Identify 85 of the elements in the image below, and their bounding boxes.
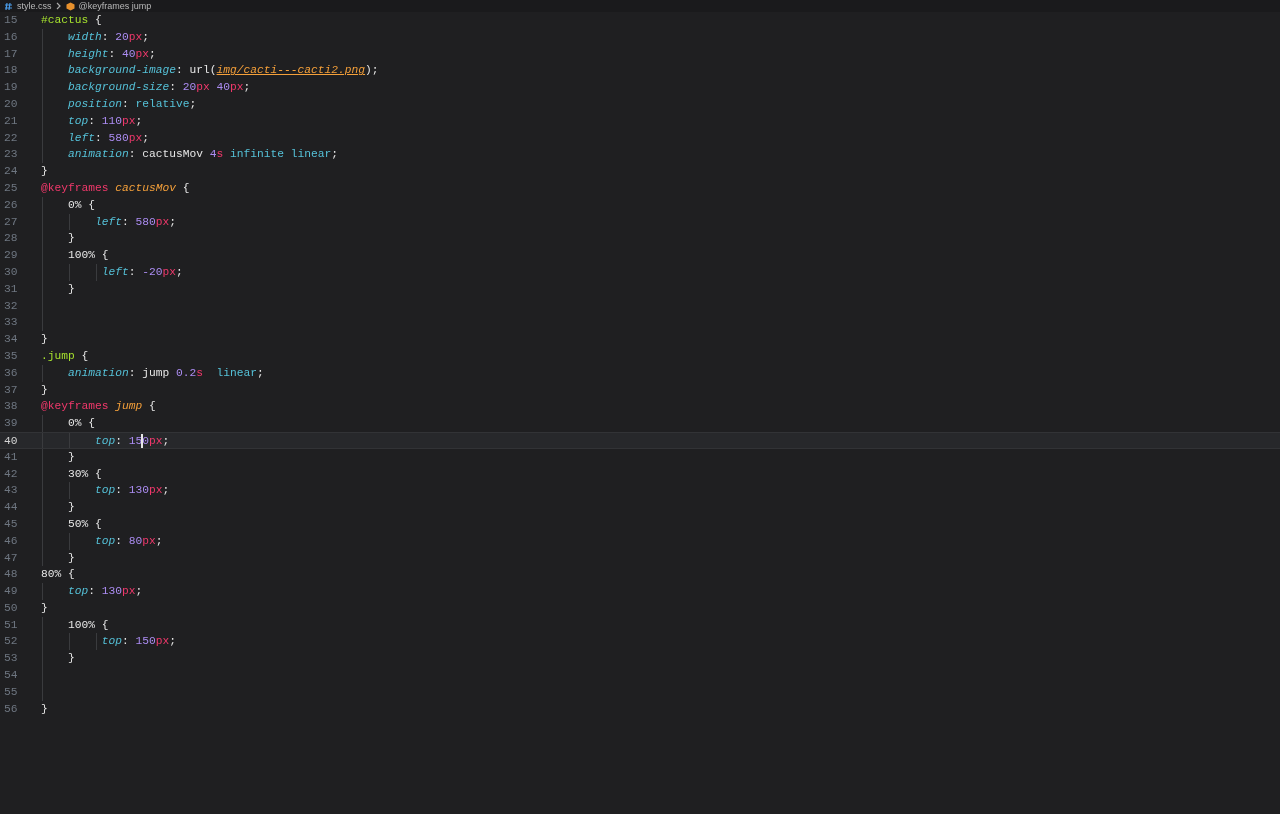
line-number: 22 [3, 130, 19, 146]
line-number: 21 [3, 113, 19, 129]
code-line: left: -20px; [101, 264, 183, 280]
code-line: width: 20px; [68, 29, 150, 45]
code-line: } [41, 332, 48, 348]
code-line: 100% { [68, 248, 109, 264]
line-number: 49 [3, 584, 19, 600]
line-number: 36 [3, 365, 19, 381]
code-line: } [41, 701, 48, 717]
line-number: 27 [3, 214, 19, 230]
line-number: 46 [3, 533, 19, 549]
line-number: 31 [3, 281, 19, 297]
line-number: 37 [3, 382, 19, 398]
line-number: 35 [3, 348, 19, 364]
line-number: 40 [3, 433, 19, 448]
code-line: #cactus { [41, 13, 102, 28]
code-line: } [68, 449, 75, 465]
line-number: 52 [3, 634, 19, 650]
code-line: @keyframes jump { [41, 399, 156, 415]
code-line: left: 580px; [95, 214, 177, 230]
line-number: 23 [3, 147, 19, 163]
code-line: left: 580px; [68, 130, 150, 146]
line-number: 44 [3, 500, 19, 516]
line-number: 33 [3, 315, 19, 331]
code-line: position: relative; [68, 97, 197, 112]
code-line: } [41, 600, 48, 616]
code-line: 50% { [68, 516, 102, 532]
line-number: 42 [3, 466, 19, 482]
code-line: } [68, 500, 75, 516]
hash-icon [4, 1, 13, 11]
code-line: top: 130px; [68, 584, 143, 600]
line-number: 18 [3, 63, 19, 79]
line-number: 26 [3, 197, 19, 213]
line-number: 34 [3, 332, 19, 348]
code-line: .jump { [41, 348, 89, 364]
line-number: 28 [3, 231, 19, 247]
code-line: } [41, 164, 48, 180]
code-line: top: 150px; [101, 634, 177, 650]
code-line: top: 80px; [95, 533, 163, 549]
line-number: 38 [3, 399, 19, 415]
line-number: 56 [3, 701, 19, 717]
line-number: 54 [3, 668, 19, 684]
line-number: 53 [3, 651, 19, 667]
code-line: } [68, 281, 75, 297]
line-number: 39 [3, 416, 19, 432]
line-number: 30 [3, 264, 19, 280]
code-line: height: 40px; [68, 46, 156, 62]
breadcrumb-item[interactable]: style.css [17, 0, 52, 12]
code-line: } [41, 382, 48, 398]
code-line: background-size: 20px 40px; [68, 80, 251, 96]
code-line: top: 110px; [68, 113, 143, 129]
code-line: } [68, 651, 75, 667]
line-number: 16 [3, 29, 19, 45]
code-line: 100% { [68, 617, 109, 633]
line-number: 20 [3, 97, 19, 112]
line-number: 48 [3, 567, 19, 583]
code-line: @keyframes cactusMov { [41, 180, 190, 196]
line-number: 29 [3, 248, 19, 264]
code-line: animation: cactusMov 4s infinite linear; [68, 147, 339, 163]
code-line: 0% { [68, 416, 95, 432]
code-line: top: 130px; [95, 483, 170, 499]
line-number: 43 [3, 483, 19, 499]
code-line: } [68, 231, 75, 247]
line-number: 24 [3, 164, 19, 180]
code-line: 30% { [68, 466, 102, 482]
line-number: 15 [3, 13, 19, 28]
line-number: 25 [3, 180, 19, 196]
line-number: 17 [3, 46, 19, 62]
code-line: animation: jump 0.2s linear; [68, 365, 264, 381]
code-line: background-image: url(img/cacti---cacti2.png); [68, 63, 379, 79]
code-line: } [68, 550, 75, 566]
code-line: top: 150px; [95, 432, 170, 450]
line-number: 19 [3, 80, 19, 96]
line-number: 47 [3, 550, 19, 566]
code-line: 0% { [68, 197, 95, 213]
cube-icon [65, 1, 75, 11]
line-number: 50 [3, 600, 19, 616]
code-line: 80% { [41, 567, 75, 583]
breadcrumb-item[interactable]: @keyframes jump [78, 0, 152, 12]
line-number: 32 [3, 298, 19, 314]
line-number: 55 [3, 684, 19, 700]
line-number: 45 [3, 516, 19, 532]
line-number: 51 [3, 617, 19, 633]
line-number: 41 [3, 449, 19, 465]
chevron-icon [55, 2, 62, 10]
